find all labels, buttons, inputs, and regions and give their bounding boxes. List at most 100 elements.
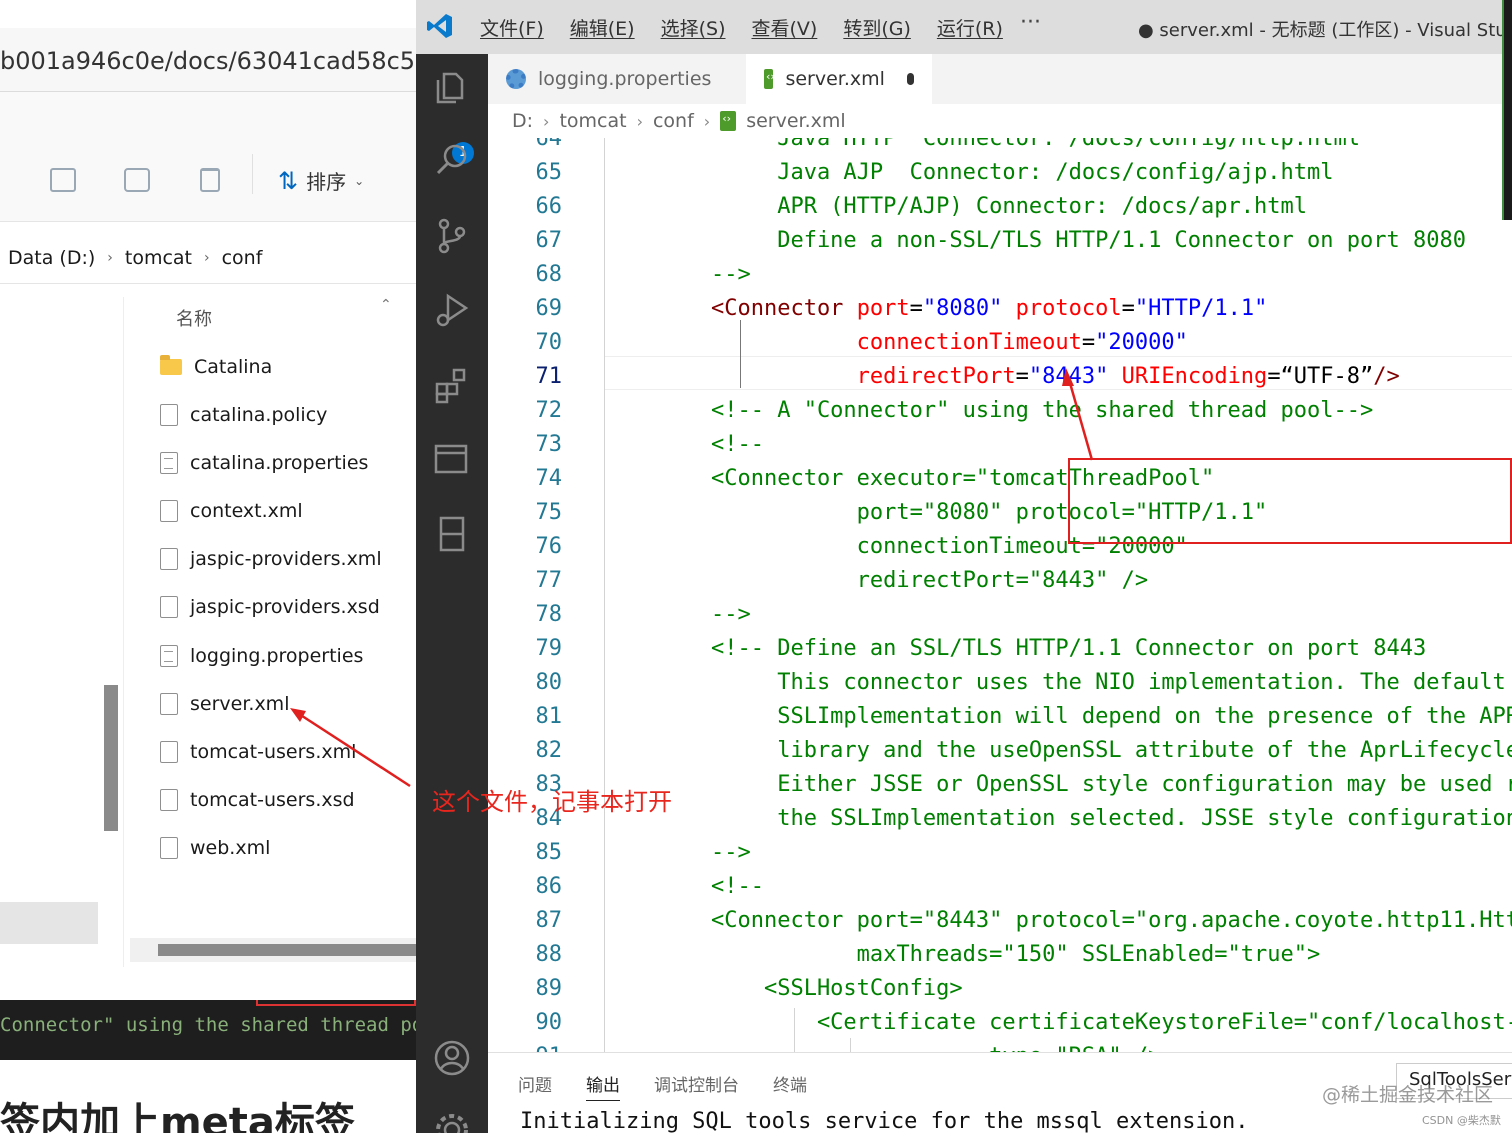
menu-file[interactable]: 文件(F) xyxy=(480,14,544,41)
line-number: 73 xyxy=(535,432,563,457)
breadcrumb-tomcat[interactable]: tomcat xyxy=(125,247,192,269)
file-row-tomcat-users-xml[interactable]: tomcat-users.xml xyxy=(160,732,356,772)
menu-run[interactable]: 运行(R) xyxy=(937,14,1003,41)
menu-view[interactable]: 查看(V) xyxy=(752,14,818,41)
remote-explorer-icon[interactable] xyxy=(432,440,472,480)
code-token: --> xyxy=(658,840,751,865)
vscode-window: 文件(F) 编辑(E) 选择(S) 查看(V) 转到(G) 运行(R) ··· … xyxy=(416,0,1512,1133)
line-number: 69 xyxy=(535,296,563,321)
code-line[interactable]: 90 <Certificate certificateKeystoreFile=… xyxy=(488,1006,1512,1040)
nav-selected-item[interactable] xyxy=(0,902,98,944)
settings-gear-icon[interactable] xyxy=(432,1110,472,1133)
horizontal-scrollbar[interactable] xyxy=(130,938,416,962)
code-line[interactable]: 67 Define a non-SSL/TLS HTTP/1.1 Connect… xyxy=(488,224,1512,258)
code-line[interactable]: 68 --> xyxy=(488,258,1512,292)
code-line[interactable]: 64 Java HTTP Connector: /docs/config/htt… xyxy=(488,138,1512,156)
share-icon[interactable] xyxy=(124,168,150,192)
breadcrumb-tomcat[interactable]: tomcat xyxy=(559,110,626,132)
breadcrumb-d[interactable]: D: xyxy=(512,110,533,132)
file-row-catalina[interactable]: Catalina xyxy=(160,347,272,387)
file-icon xyxy=(160,693,178,715)
code-line[interactable]: 66 APR (HTTP/AJP) Connector: /docs/apr.h… xyxy=(488,190,1512,224)
file-row-catalina-properties[interactable]: catalina.properties xyxy=(160,443,368,483)
panel-tab-problems[interactable]: 问题 xyxy=(518,1071,552,1101)
code-text: <SSLHostConfig> xyxy=(658,972,963,1006)
code-line[interactable]: 72 <!-- A "Connector" using the shared t… xyxy=(488,394,1512,428)
file-icon xyxy=(160,596,178,618)
breadcrumb-conf[interactable]: conf xyxy=(653,110,694,132)
file-row-catalina-policy[interactable]: catalina.policy xyxy=(160,395,327,435)
file-row-logging-properties[interactable]: logging.properties xyxy=(160,636,363,676)
code-line[interactable]: 69 <Connector port="8080" protocol="HTTP… xyxy=(488,292,1512,326)
code-line[interactable]: 71 redirectPort="8443" URIEncoding=“UTF-… xyxy=(488,360,1512,394)
delete-icon[interactable] xyxy=(200,168,220,192)
account-icon[interactable] xyxy=(432,1038,472,1078)
menu-selection[interactable]: 选择(S) xyxy=(661,14,726,41)
code-token: Java HTTP Connector: /docs/config/http.h… xyxy=(658,138,1360,151)
file-name: tomcat-users.xsd xyxy=(190,789,355,811)
code-line[interactable]: 80 This connector uses the NIO implement… xyxy=(488,666,1512,700)
nav-scrollbar[interactable] xyxy=(104,685,118,831)
code-line[interactable]: 65 Java AJP Connector: /docs/config/ajp.… xyxy=(488,156,1512,190)
code-line[interactable]: 77 redirectPort="8443" /> xyxy=(488,564,1512,598)
file-row-tomcat-users-xsd[interactable]: tomcat-users.xsd xyxy=(160,780,355,820)
breadcrumb-file[interactable]: server.xml xyxy=(746,110,845,132)
breadcrumb-drive[interactable]: Data (D:) xyxy=(8,247,95,269)
code-line[interactable]: 70 connectionTimeout="20000" xyxy=(488,326,1512,360)
file-row-web-xml[interactable]: web.xml xyxy=(160,828,270,868)
extensions-icon[interactable] xyxy=(432,366,472,406)
file-row-jaspic-xml[interactable]: jaspic-providers.xml xyxy=(160,539,382,579)
code-token: Either JSSE or OpenSSL style configurati… xyxy=(658,772,1512,797)
code-line[interactable]: 86 <!-- xyxy=(488,870,1512,904)
annotation-red-box xyxy=(1068,458,1512,544)
scrollbar-thumb[interactable] xyxy=(158,944,416,956)
code-line[interactable]: 89 <SSLHostConfig> xyxy=(488,972,1512,1006)
code-line[interactable]: 85 --> xyxy=(488,836,1512,870)
search-icon[interactable] xyxy=(432,140,472,180)
line-number: 87 xyxy=(535,908,563,933)
database-icon[interactable] xyxy=(432,514,472,554)
code-line[interactable]: 79 <!-- Define an SSL/TLS HTTP/1.1 Conne… xyxy=(488,632,1512,666)
code-text: <!-- A "Connector" using the shared thre… xyxy=(658,394,1373,428)
code-line[interactable]: 87 <Connector port="8443" protocol="org.… xyxy=(488,904,1512,938)
code-line[interactable]: 82 library and the useOpenSSL attribute … xyxy=(488,734,1512,768)
panel-tab-debug-console[interactable]: 调试控制台 xyxy=(654,1071,739,1101)
code-line[interactable]: 73 <!-- xyxy=(488,428,1512,462)
code-text: --> xyxy=(658,598,751,632)
explorer-files-icon[interactable] xyxy=(432,68,472,108)
code-line[interactable]: 91 type="RSA" /> xyxy=(488,1040,1512,1052)
run-debug-icon[interactable] xyxy=(432,290,472,330)
unsaved-dot-icon[interactable] xyxy=(906,73,914,85)
explorer-breadcrumb: Data (D:) › tomcat › conf xyxy=(0,232,416,284)
source-control-icon[interactable] xyxy=(432,216,472,256)
rename-icon[interactable] xyxy=(50,168,76,192)
file-name: context.xml xyxy=(190,500,303,522)
code-line[interactable]: 88 maxThreads="150" SSLEnabled="true"> xyxy=(488,938,1512,972)
breadcrumb-conf[interactable]: conf xyxy=(222,247,263,269)
browser-url-bar[interactable]: b001a946c0e/docs/63041cad58c5ce000 xyxy=(0,28,416,92)
file-row-server-xml[interactable]: server.xml xyxy=(160,684,289,724)
code-line[interactable]: 78 --> xyxy=(488,598,1512,632)
more-menu-button[interactable]: ··· xyxy=(1020,10,1041,35)
code-line[interactable]: 81 SSLImplementation will depend on the … xyxy=(488,700,1512,734)
line-number: 79 xyxy=(535,636,563,661)
column-header-name[interactable]: 名称 xyxy=(176,305,212,331)
file-row-context-xml[interactable]: context.xml xyxy=(160,491,303,531)
sort-button[interactable]: ⇅ 排序 ⌄ xyxy=(278,166,364,195)
annotation-text: 这个文件，记事本打开 xyxy=(432,788,672,816)
file-name: jaspic-providers.xml xyxy=(190,548,382,570)
code-token: Define a non-SSL/TLS HTTP/1.1 Connector … xyxy=(658,228,1466,253)
menu-edit[interactable]: 编辑(E) xyxy=(570,14,635,41)
file-row-jaspic-xsd[interactable]: jaspic-providers.xsd xyxy=(160,587,380,627)
code-token: Java AJP Connector: /docs/config/ajp.htm… xyxy=(658,160,1334,185)
chevron-right-icon: › xyxy=(703,111,711,131)
file-icon xyxy=(160,741,178,763)
line-number: 66 xyxy=(535,194,563,219)
tab-logging-properties[interactable]: logging.properties xyxy=(488,54,746,104)
code-token: redirectPort xyxy=(658,364,1016,389)
code-editor[interactable]: 64 Java HTTP Connector: /docs/config/htt… xyxy=(488,138,1512,1052)
panel-tab-output[interactable]: 输出 xyxy=(586,1071,620,1101)
panel-tab-terminal[interactable]: 终端 xyxy=(773,1071,807,1101)
menu-go[interactable]: 转到(G) xyxy=(843,14,911,41)
tab-server-xml[interactable]: server.xml xyxy=(746,54,932,104)
